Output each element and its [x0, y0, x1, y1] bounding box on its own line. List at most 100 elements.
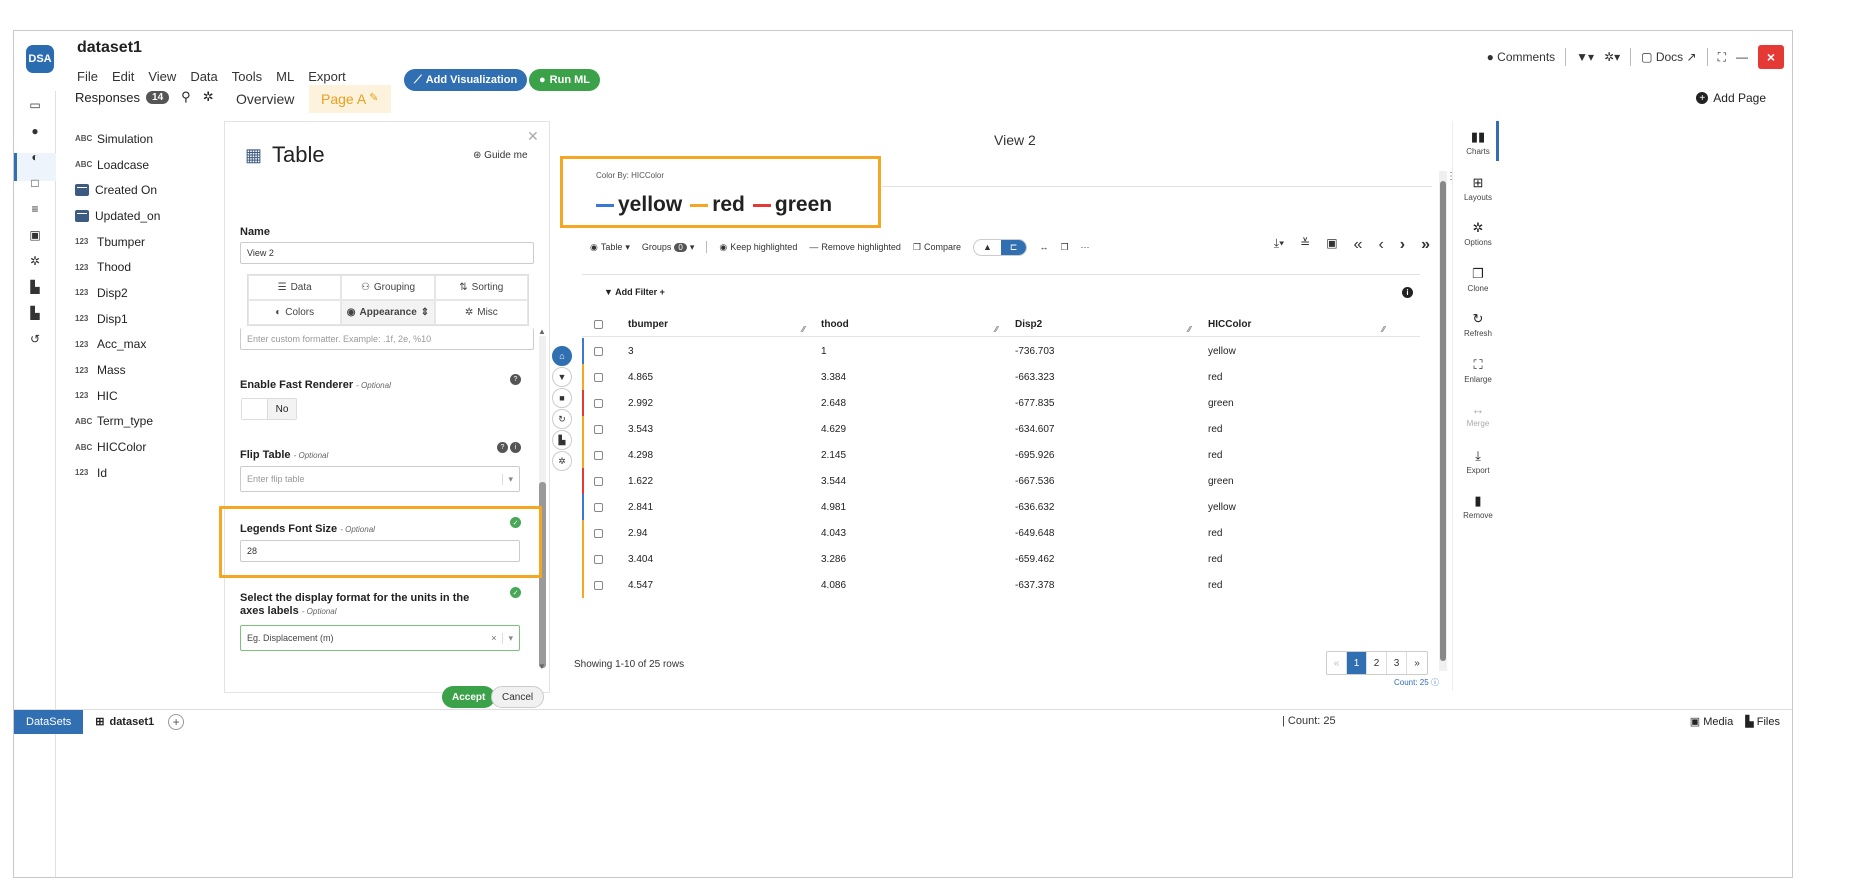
- table-menu-button[interactable]: ◉ Table ▾: [590, 242, 630, 253]
- legend-item-green[interactable]: green: [752, 193, 832, 217]
- table-row[interactable]: 4.298 2.145 -695.926 red: [582, 442, 1420, 468]
- tab-sorting[interactable]: ⇅ Sorting: [434, 275, 528, 300]
- sliders-icon[interactable]: ≡: [27, 201, 43, 217]
- view-mode-toggle[interactable]: ▲ ⊏: [972, 238, 1028, 256]
- groups-button[interactable]: Groups 0 ▾: [642, 242, 695, 253]
- table-row[interactable]: 3 1 -736.703 yellow: [582, 338, 1420, 364]
- table-row[interactable]: 2.841 4.981 -636.632 yellow: [582, 494, 1420, 520]
- first-page-icon[interactable]: «: [1354, 236, 1363, 254]
- add-visualization-button[interactable]: ⟋ Add Visualization: [404, 69, 528, 91]
- response-item[interactable]: ABC Simulation: [75, 126, 225, 152]
- bell-icon[interactable]: ▲: [974, 240, 1001, 255]
- col-header-thood[interactable]: thood: [821, 319, 849, 330]
- datasets-tab[interactable]: DataSets: [14, 709, 84, 734]
- brain-icon[interactable]: ◐: [27, 149, 43, 165]
- add-page-button[interactable]: + Add Page: [1696, 91, 1766, 105]
- square-icon[interactable]: □: [27, 175, 43, 191]
- pager-prev[interactable]: «: [1327, 652, 1347, 674]
- edit-icon[interactable]: ✎: [369, 92, 378, 104]
- gear-icon[interactable]: ✲▾: [1604, 50, 1620, 64]
- response-item[interactable]: 123 HIC: [75, 383, 225, 409]
- fullscreen-icon[interactable]: ⛶: [1718, 50, 1726, 65]
- filter-icon[interactable]: ▼: [552, 367, 572, 387]
- info-icon[interactable]: ⓘ: [1431, 678, 1439, 687]
- menu-data[interactable]: Data: [190, 69, 217, 84]
- menu-edit[interactable]: Edit: [112, 69, 134, 84]
- resize-handle[interactable]: ⁄⁄: [802, 325, 805, 334]
- menu-view[interactable]: View: [148, 69, 176, 84]
- pager-page-1[interactable]: 1: [1347, 652, 1367, 674]
- row-checkbox[interactable]: [594, 528, 603, 538]
- sidebar-export-button[interactable]: ⤓ Export: [1453, 448, 1503, 475]
- search-icon[interactable]: ⚲: [181, 89, 191, 105]
- media-button[interactable]: ▣ Media: [1690, 715, 1733, 728]
- last-page-icon[interactable]: »: [1421, 236, 1430, 254]
- info-icon[interactable]: ●: [27, 123, 43, 139]
- response-item[interactable]: 123 Thood: [75, 254, 225, 280]
- resize-handle[interactable]: ⁄⁄: [1188, 325, 1191, 334]
- tab-data[interactable]: ☰ Data: [248, 275, 342, 300]
- table-row[interactable]: 1.622 3.544 -667.536 green: [582, 468, 1420, 494]
- menu-ml[interactable]: ML: [276, 69, 294, 84]
- keep-highlighted-button[interactable]: ◉ Keep highlighted: [719, 242, 797, 253]
- col-header-disp2[interactable]: Disp2: [1015, 319, 1042, 330]
- tree-icon[interactable]: ⊏: [1000, 239, 1027, 255]
- response-item[interactable]: 123 Mass: [75, 357, 225, 383]
- fast-renderer-toggle[interactable]: No: [241, 398, 297, 420]
- scroll-up-icon[interactable]: ▲: [538, 327, 546, 336]
- download-icon[interactable]: ⤓▾: [1274, 236, 1284, 254]
- cancel-button[interactable]: Cancel: [491, 686, 545, 708]
- row-checkbox[interactable]: [594, 554, 603, 564]
- monitor-icon[interactable]: ▭: [27, 97, 43, 113]
- info-icon[interactable]: i: [510, 442, 521, 453]
- table-row[interactable]: 2.94 4.043 -649.648 red: [582, 520, 1420, 546]
- prev-page-icon[interactable]: ‹: [1378, 236, 1383, 254]
- row-checkbox[interactable]: [594, 398, 603, 408]
- close-window-button[interactable]: ×: [1758, 45, 1784, 69]
- response-item[interactable]: 123 Disp2: [75, 280, 225, 306]
- sidebar-options-button[interactable]: ✲ Options: [1453, 220, 1503, 247]
- sidebar-merge-button[interactable]: ↔ Merge: [1453, 402, 1503, 428]
- chevron-down-icon[interactable]: ▾: [502, 473, 513, 485]
- gear-icon[interactable]: ✲: [27, 253, 43, 269]
- menu-export[interactable]: Export: [308, 69, 346, 84]
- close-icon[interactable]: ✕: [527, 128, 539, 145]
- file-alt-icon[interactable]: ▙: [27, 305, 43, 321]
- col-header-tbumper[interactable]: tbumper: [628, 319, 668, 330]
- response-item[interactable]: 123 Id: [75, 460, 225, 486]
- help-icon[interactable]: ?: [497, 442, 508, 453]
- dataset1-tab[interactable]: ⊞ dataset1: [95, 715, 154, 729]
- sidebar-layouts-button[interactable]: ⊞ Layouts: [1453, 175, 1503, 202]
- pager-next[interactable]: »: [1407, 652, 1427, 674]
- response-item[interactable]: Updated_on: [75, 203, 225, 229]
- arrows-horizontal-icon[interactable]: ↔: [1039, 242, 1048, 252]
- clone-icon[interactable]: ❐: [1060, 242, 1068, 253]
- sidebar-clone-button[interactable]: ❐ Clone: [1453, 266, 1503, 293]
- menu-file[interactable]: File: [77, 69, 98, 84]
- response-item[interactable]: 123 Disp1: [75, 306, 225, 332]
- table-row[interactable]: 3.543 4.629 -634.607 red: [582, 416, 1420, 442]
- guide-me-button[interactable]: ⊛ Guide me: [473, 150, 528, 161]
- response-item[interactable]: 123 Acc_max: [75, 332, 225, 358]
- resize-handle[interactable]: ⁄⁄: [1382, 325, 1385, 334]
- sliders-icon[interactable]: ≚: [1300, 236, 1310, 254]
- flip-table-select[interactable]: Enter flip table ▾: [240, 466, 520, 492]
- accept-button[interactable]: Accept: [442, 686, 496, 708]
- select-all-checkbox[interactable]: [594, 320, 603, 329]
- response-item[interactable]: ABC HICColor: [75, 434, 225, 460]
- response-item[interactable]: ABC Loadcase: [75, 152, 225, 178]
- menu-tools[interactable]: Tools: [232, 69, 262, 84]
- name-input[interactable]: View 2: [240, 242, 534, 264]
- sidebar-remove-button[interactable]: ▮ Remove: [1453, 493, 1503, 520]
- table-row[interactable]: 2.992 2.648 -677.835 green: [582, 390, 1420, 416]
- resize-handle[interactable]: ⁄⁄: [995, 325, 998, 334]
- next-page-icon[interactable]: ›: [1400, 236, 1405, 254]
- tab-page-a[interactable]: Page A ✎: [309, 85, 391, 113]
- help-icon[interactable]: ?: [510, 374, 521, 385]
- files-button[interactable]: ▙ Files: [1745, 715, 1780, 728]
- minimize-icon[interactable]: —: [1736, 50, 1748, 64]
- comments-button[interactable]: ● Comments: [1487, 50, 1556, 64]
- scroll-down-icon[interactable]: ▼: [538, 662, 546, 671]
- legend-item-yellow[interactable]: yellow: [596, 193, 682, 217]
- save-icon[interactable]: ▣: [1326, 236, 1337, 254]
